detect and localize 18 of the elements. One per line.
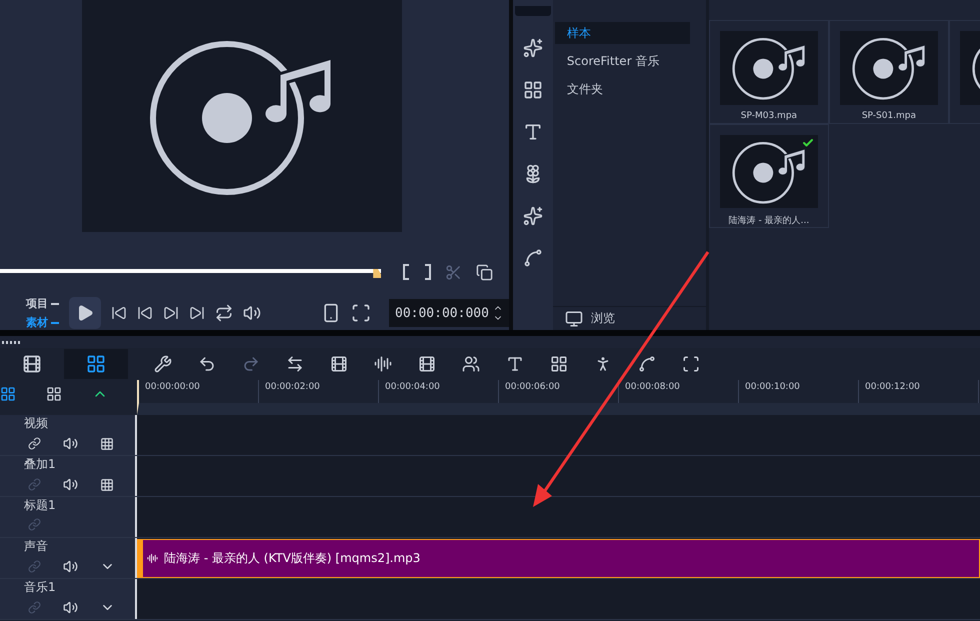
timecode-field[interactable]: 00:00:00:000: [389, 299, 509, 327]
thumbnail-label: 陆海涛 - 最亲的人...: [728, 214, 810, 227]
media-thumbnail[interactable]: SP-S01.mpa: [828, 20, 949, 124]
media-thumbnail[interactable]: 陆海涛 - 最亲的人...: [708, 124, 829, 228]
thumbnail-label: SP-M03.mpa: [740, 111, 798, 121]
source-mode-option[interactable]: 素材: [26, 315, 48, 330]
track-name: 音乐1: [24, 579, 57, 596]
audio-clip[interactable]: 陆海涛 - 最亲的人 (KTV版伴奏) [mqms2].mp3: [137, 538, 980, 578]
track-name: 叠加1: [24, 456, 57, 473]
track-name: 视频: [24, 415, 49, 432]
media-thumbnail[interactable]: SP-M03.mpa: [708, 20, 829, 124]
category-item[interactable]: ScoreFitter 音乐: [554, 50, 690, 72]
category-item[interactable]: 样本: [554, 22, 690, 44]
source-mode-option[interactable]: 项目: [26, 296, 48, 311]
category-item[interactable]: 文件夹: [554, 78, 690, 100]
track-name: 标题1: [24, 497, 57, 514]
thumbnail-label: SP-S01.mpa: [862, 111, 916, 121]
track-name: 声音: [24, 538, 49, 555]
